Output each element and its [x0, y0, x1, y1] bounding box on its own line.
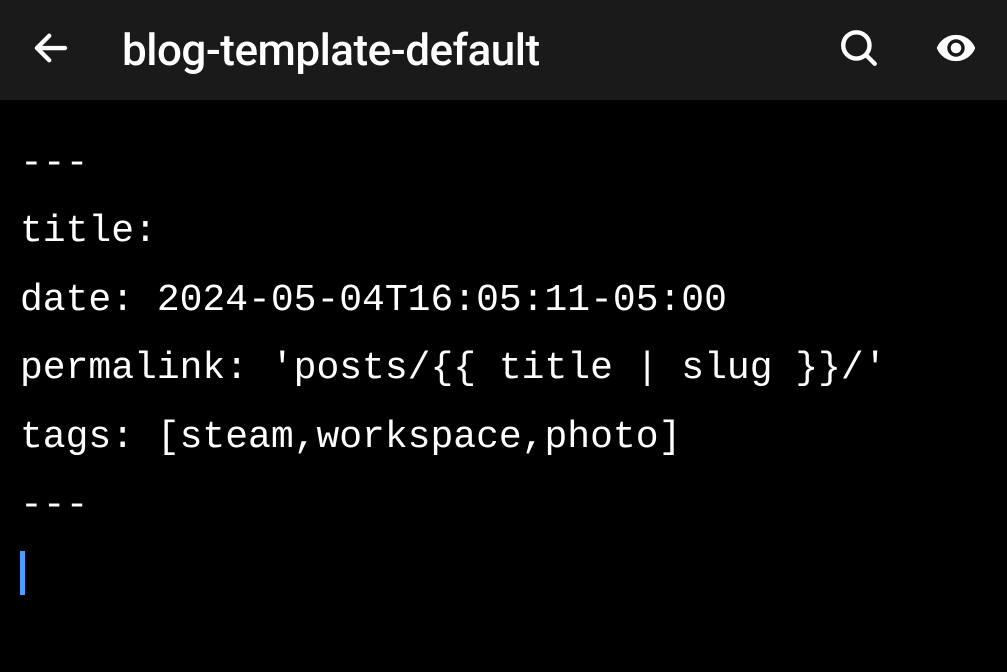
- header-bar: blog-template-default: [0, 0, 1007, 100]
- editor-line: permalink: 'posts/{{ title | slug }}/': [20, 335, 987, 403]
- file-title: blog-template-default: [122, 24, 788, 76]
- editor-line: ---: [20, 472, 987, 540]
- header-actions: [838, 27, 977, 73]
- editor-line: ---: [20, 130, 987, 198]
- back-button[interactable]: [30, 27, 72, 73]
- editor-area[interactable]: --- title: date: 2024-05-04T16:05:11-05:…: [0, 100, 1007, 639]
- arrow-left-icon: [30, 27, 72, 73]
- editor-line: tags: [steam,workspace,photo]: [20, 404, 987, 472]
- editor-line-cursor: [20, 540, 987, 608]
- eye-icon: [935, 27, 977, 73]
- editor-line: date: 2024-05-04T16:05:11-05:00: [20, 267, 987, 335]
- search-icon: [838, 27, 880, 73]
- preview-button[interactable]: [935, 27, 977, 73]
- text-cursor: [20, 551, 25, 595]
- search-button[interactable]: [838, 27, 880, 73]
- editor-line: title:: [20, 198, 987, 266]
